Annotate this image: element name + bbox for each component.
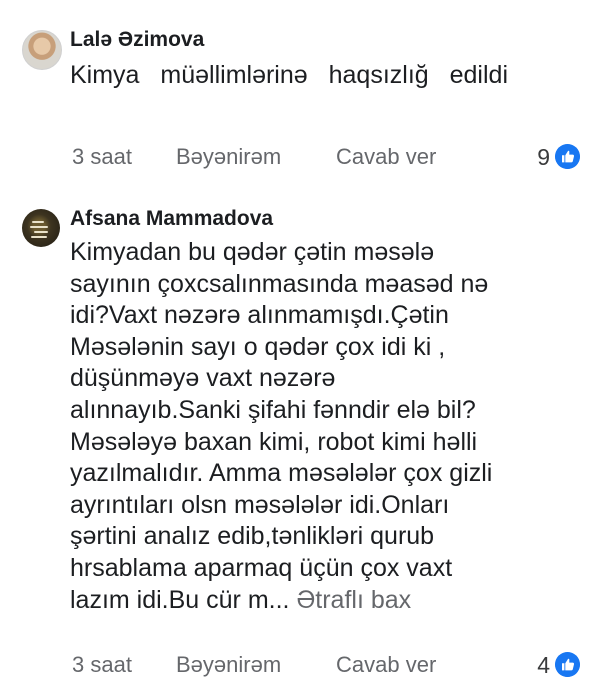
reaction-summary[interactable]: 4: [500, 652, 580, 680]
reply-button[interactable]: Cavab ver: [336, 652, 436, 678]
comment-actions: 3 saat Bəyənirəm Cavab ver 4: [72, 652, 580, 682]
like-button[interactable]: Bəyənirəm: [176, 144, 281, 170]
comment-time[interactable]: 3 saat: [72, 652, 132, 678]
reaction-count: 9: [537, 144, 550, 170]
reply-button[interactable]: Cavab ver: [336, 144, 436, 170]
comment-text: Kimya müəllimlərinə haqsızlığ edildi: [70, 61, 508, 89]
avatar[interactable]: [22, 30, 62, 70]
reaction-summary[interactable]: 9: [500, 144, 580, 172]
comment-time[interactable]: 3 saat: [72, 144, 132, 170]
comment-author[interactable]: Lalə Əzimova: [70, 26, 580, 54]
see-more-link[interactable]: Ətraflı bax: [296, 586, 411, 614]
comment-text: Kimyadan bu qədər çətin məsələ sayının ç…: [70, 238, 493, 614]
avatar[interactable]: [22, 209, 60, 247]
comment-actions: 3 saat Bəyənirəm Cavab ver 9: [72, 144, 580, 174]
like-icon: [555, 144, 580, 169]
reaction-count: 4: [537, 652, 550, 678]
comment-author[interactable]: Afsana Mammadova: [70, 205, 580, 233]
like-button[interactable]: Bəyənirəm: [176, 652, 281, 678]
like-icon: [555, 652, 580, 677]
